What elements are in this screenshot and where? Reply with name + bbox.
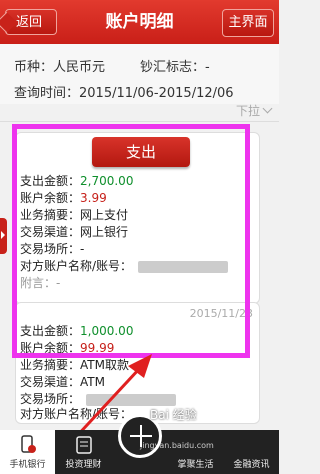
calculator-icon <box>76 436 92 454</box>
tab-news[interactable]: 金融资讯 <box>224 430 279 474</box>
tab-mobile-bank[interactable]: 手机银行 <box>0 430 55 474</box>
tab-life[interactable]: 掌聚生活 <box>168 430 223 474</box>
phone-bank-icon <box>21 435 36 453</box>
annotation-arrow <box>60 354 152 454</box>
watermark-url: jingyan.baidu.com <box>140 441 214 450</box>
tab-investment[interactable]: 投资理财 <box>56 430 111 474</box>
watermark-brand: Bai 经验 <box>150 408 197 422</box>
